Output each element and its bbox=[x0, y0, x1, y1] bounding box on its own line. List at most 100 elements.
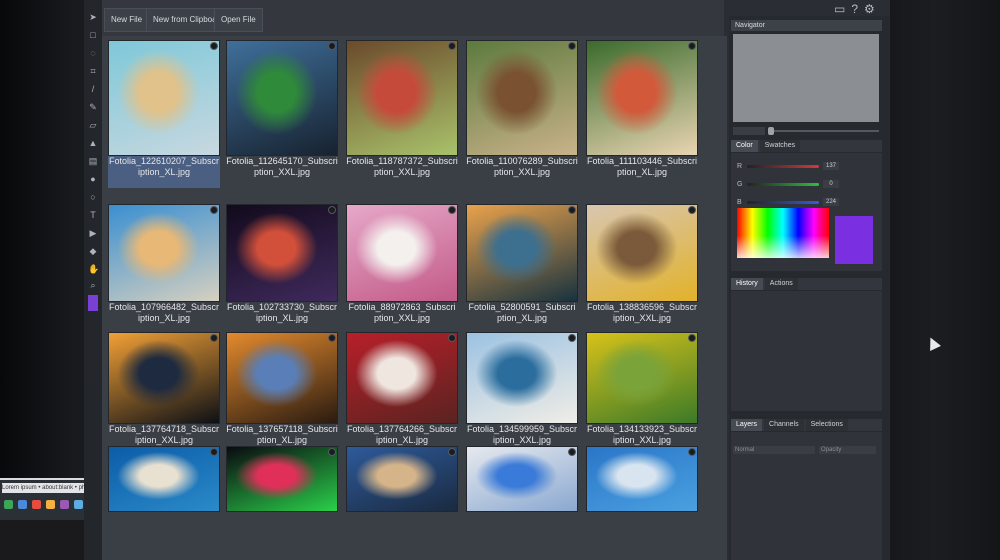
thumbnail-menu-icon[interactable] bbox=[448, 42, 456, 50]
tab-channels[interactable]: Channels bbox=[764, 419, 804, 431]
zoom-tool-icon[interactable]: ⌕ bbox=[88, 280, 98, 290]
tab-selections[interactable]: Selections bbox=[805, 419, 848, 431]
marquee-tool-icon[interactable]: □ bbox=[88, 30, 98, 40]
thumbnail-menu-icon[interactable] bbox=[210, 448, 218, 456]
tab-color[interactable]: Color bbox=[731, 140, 758, 152]
help-icon[interactable]: ? bbox=[851, 2, 858, 16]
gradient-tool-icon[interactable]: ▤ bbox=[88, 156, 98, 166]
color-spectrum-picker[interactable] bbox=[737, 208, 829, 258]
taskbar-app-icon[interactable] bbox=[60, 500, 69, 509]
thumbnail-menu-icon[interactable] bbox=[688, 334, 696, 342]
thumbnail-item[interactable] bbox=[466, 446, 578, 512]
new-file-button[interactable]: New File bbox=[104, 8, 150, 32]
hand-tool-icon[interactable]: ✋ bbox=[88, 264, 99, 274]
thumbnail-item[interactable] bbox=[226, 446, 338, 512]
thumbnail-item[interactable] bbox=[108, 446, 220, 512]
thumbnail-menu-icon[interactable] bbox=[448, 334, 456, 342]
settings-gear-icon[interactable]: ⚙ bbox=[864, 2, 875, 16]
thumbnail-menu-icon[interactable] bbox=[688, 42, 696, 50]
tab-actions[interactable]: Actions bbox=[764, 278, 798, 290]
thumbnail-item[interactable]: Fotolia_122610207_Subscription_XL.jpg bbox=[108, 40, 220, 188]
opacity-field[interactable]: Opacity bbox=[819, 446, 876, 454]
thumbnail-menu-icon[interactable] bbox=[568, 448, 576, 456]
thumbnail-menu-icon[interactable] bbox=[210, 334, 218, 342]
thumbnail-item[interactable]: Fotolia_118787372_Subscription_XXL.jpg bbox=[346, 40, 458, 188]
thumbnail-item[interactable] bbox=[586, 446, 698, 512]
tab-history[interactable]: History bbox=[731, 278, 763, 290]
thumbnail-menu-icon[interactable] bbox=[688, 448, 696, 456]
thumbnail-item[interactable]: Fotolia_112645170_Subscription_XXL.jpg bbox=[226, 40, 338, 188]
taskbar-app-icons[interactable] bbox=[4, 500, 83, 509]
thumbnail-image bbox=[108, 204, 220, 302]
taskbar-app-icon[interactable] bbox=[46, 500, 55, 509]
thumbnail-menu-icon[interactable] bbox=[210, 42, 218, 50]
channel-green-value[interactable]: 0 bbox=[823, 180, 839, 188]
zoom-slider[interactable] bbox=[768, 127, 879, 135]
thumbnail-item[interactable]: Fotolia_111103446_Subscription_XL.jpg bbox=[586, 40, 698, 188]
thumbnail-item[interactable]: Fotolia_138836596_Subscription_XXL.jpg bbox=[586, 204, 698, 334]
thumbnail-filename: Fotolia_137657118_Subscription_XL.jpg bbox=[226, 424, 338, 445]
thumbnail-item[interactable]: Fotolia_134133923_Subscription_XXL.jpg bbox=[586, 332, 698, 456]
thumbnail-menu-icon[interactable] bbox=[448, 448, 456, 456]
taskbar-app-icon[interactable] bbox=[32, 500, 41, 509]
eraser-tool-icon[interactable]: ▱ bbox=[88, 120, 98, 130]
thumbnail-menu-icon[interactable] bbox=[448, 206, 456, 214]
thumbnail-menu-icon[interactable] bbox=[328, 42, 336, 50]
taskbar-app-icon[interactable] bbox=[74, 500, 83, 509]
thumbnail-image bbox=[586, 446, 698, 512]
move-tool-icon[interactable]: ➤ bbox=[88, 12, 98, 22]
thumbnail-filename: Fotolia_102733730_Subscription_XL.jpg bbox=[226, 302, 338, 323]
channel-red-slider[interactable] bbox=[747, 164, 819, 168]
channel-blue-slider[interactable] bbox=[747, 200, 819, 204]
dodge-tool-icon[interactable]: ○ bbox=[88, 192, 98, 202]
crop-tool-icon[interactable]: ⌗ bbox=[88, 66, 98, 76]
channel-blue: B 224 bbox=[737, 198, 839, 206]
thumbnail-menu-icon[interactable] bbox=[328, 448, 336, 456]
text-tool-icon[interactable]: T bbox=[88, 210, 98, 220]
monitor-icon[interactable]: ▭ bbox=[834, 2, 845, 16]
thumbnail-item[interactable]: Fotolia_137764718_Subscription_XXL.jpg bbox=[108, 332, 220, 456]
thumbnail-menu-icon[interactable] bbox=[328, 206, 336, 214]
channel-blue-value[interactable]: 224 bbox=[823, 198, 839, 206]
lasso-tool-icon[interactable]: ◌ bbox=[88, 48, 98, 58]
thumbnail-item[interactable]: Fotolia_52800591_Subscription_XL.jpg bbox=[466, 204, 578, 334]
thumbnail-menu-icon[interactable] bbox=[568, 206, 576, 214]
channel-green-slider[interactable] bbox=[747, 182, 819, 186]
thumbnail-item[interactable]: Fotolia_137764266_Subscription_XL.jpg bbox=[346, 332, 458, 456]
thumbnail-item[interactable]: Fotolia_107966482_Subscription_XL.jpg bbox=[108, 204, 220, 334]
thumbnail-menu-icon[interactable] bbox=[568, 42, 576, 50]
blend-mode-select[interactable]: Normal bbox=[733, 446, 815, 454]
channel-blue-label: B bbox=[737, 198, 742, 206]
thumbnail-image bbox=[346, 40, 458, 156]
thumbnail-menu-icon[interactable] bbox=[210, 206, 218, 214]
zoom-slider-knob[interactable] bbox=[768, 127, 774, 135]
thumbnail-filename: Fotolia_138836596_Subscription_XXL.jpg bbox=[586, 302, 698, 323]
channel-red-value[interactable]: 137 bbox=[823, 162, 839, 170]
fill-tool-icon[interactable]: ▲ bbox=[88, 138, 98, 148]
thumbnail-item[interactable] bbox=[346, 446, 458, 512]
brush-tool-icon[interactable]: ✎ bbox=[88, 102, 98, 112]
tab-layers[interactable]: Layers bbox=[731, 419, 763, 431]
thumbnail-item[interactable]: Fotolia_134599959_Subscription_XXL.jpg bbox=[466, 332, 578, 456]
thumbnail-filename: Fotolia_134133923_Subscription_XXL.jpg bbox=[586, 424, 698, 445]
shape-tool-icon[interactable]: ◆ bbox=[88, 246, 98, 256]
tab-swatches[interactable]: Swatches bbox=[759, 140, 801, 152]
thumbnail-item[interactable]: Fotolia_110076289_Subscription_XXL.jpg bbox=[466, 40, 578, 188]
thumbnail-menu-icon[interactable] bbox=[328, 334, 336, 342]
open-file-button[interactable]: Open File bbox=[214, 8, 263, 32]
eyedropper-tool-icon[interactable]: / bbox=[88, 84, 98, 94]
thumbnail-item[interactable]: Fotolia_137657118_Subscription_XL.jpg bbox=[226, 332, 338, 456]
foreground-color-swatch[interactable] bbox=[88, 295, 98, 311]
zoom-field[interactable] bbox=[733, 127, 765, 135]
taskbar-app-icon[interactable] bbox=[4, 500, 13, 509]
layer-options-row: Normal Opacity bbox=[733, 446, 878, 456]
thumbnail-item[interactable]: Fotolia_88972863_Subscription_XXL.jpg bbox=[346, 204, 458, 334]
navigator-preview[interactable] bbox=[733, 34, 879, 122]
path-tool-icon[interactable]: ▶ bbox=[88, 228, 98, 238]
blur-tool-icon[interactable]: ● bbox=[88, 174, 98, 184]
thumbnail-item[interactable]: Fotolia_102733730_Subscription_XL.jpg bbox=[226, 204, 338, 334]
current-color-swatch[interactable] bbox=[835, 216, 873, 264]
thumbnail-menu-icon[interactable] bbox=[688, 206, 696, 214]
taskbar-app-icon[interactable] bbox=[18, 500, 27, 509]
thumbnail-menu-icon[interactable] bbox=[568, 334, 576, 342]
